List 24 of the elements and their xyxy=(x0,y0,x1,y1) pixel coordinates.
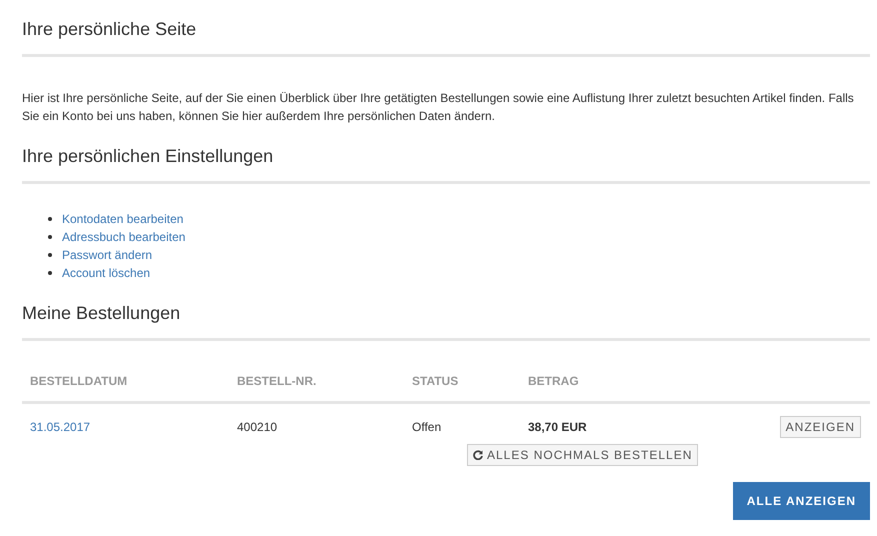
order-number: 400210 xyxy=(237,420,278,434)
settings-link[interactable]: Passwort ändern xyxy=(62,246,152,264)
column-header: BESTELL-NR. xyxy=(237,374,316,388)
bullet-icon xyxy=(48,217,52,221)
column-header: BESTELLDATUM xyxy=(30,374,128,388)
settings-link[interactable]: Adressbuch bearbeiten xyxy=(62,228,186,246)
intro-paragraph: Hier ist Ihre persönliche Seite, auf der Sie einen Überblick über Ihre getätigten Bestellungen sowie eine Auflistung Ihrer zuletzt besuchten Artikel finden. Falls Sie ein Konto bei uns haben, können Sie hier außerdem Ihre persönlichen Daten ändern. xyxy=(22,90,855,125)
bullet-icon xyxy=(48,235,52,239)
view-button[interactable]: ANZEIGEN xyxy=(780,416,861,438)
show-all-button[interactable]: ALLE ANZEIGEN xyxy=(732,482,870,520)
column-header: STATUS xyxy=(412,374,458,388)
section-heading: Ihre persönlichen Einstellungen xyxy=(22,145,274,168)
column-header: BETRAG xyxy=(528,374,579,388)
section-heading: Ihre persönliche Seite xyxy=(22,18,196,41)
refresh-icon xyxy=(473,450,483,460)
settings-link[interactable]: Account löschen xyxy=(62,264,150,282)
reorder-button[interactable]: ALLES NOCHMALS BESTELLEN xyxy=(467,444,698,466)
settings-link[interactable]: Kontodaten bearbeiten xyxy=(62,210,184,228)
section-heading: Meine Bestellungen xyxy=(22,302,180,325)
order-date-link[interactable]: 31.05.2017 xyxy=(30,420,90,434)
order-status: Offen xyxy=(412,420,442,434)
bullet-icon xyxy=(48,271,52,275)
bullet-icon xyxy=(48,253,52,257)
order-amount: 38,70 EUR xyxy=(528,420,587,434)
